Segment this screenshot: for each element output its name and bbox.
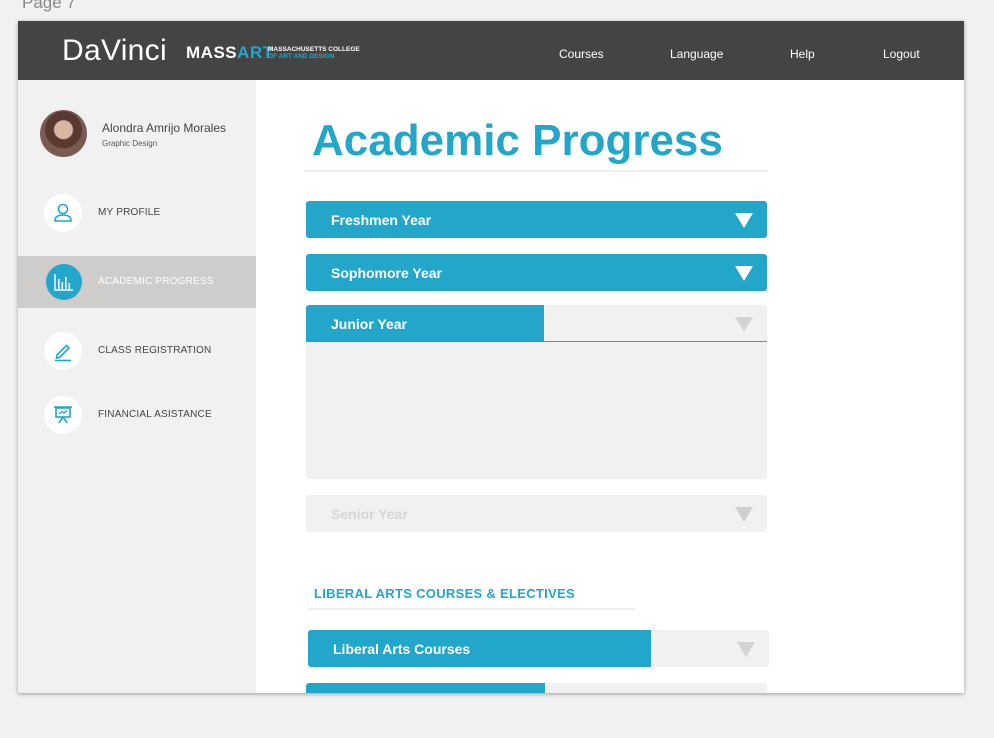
accordion-label: Senior Year <box>331 506 408 522</box>
app-brand[interactable]: DaVinci <box>62 34 167 68</box>
page-title: Academic Progress <box>312 116 723 165</box>
sidebar-item-academic-progress[interactable]: ACADEMIC PROGRESS <box>18 256 256 308</box>
caret-down-icon[interactable] <box>737 642 755 657</box>
accordion-junior-year[interactable]: Junior Year <box>306 305 767 342</box>
accordion-liberal-arts-courses[interactable]: Liberal Arts Courses <box>308 630 769 667</box>
junior-year-panel <box>306 341 767 479</box>
user-name: Alondra Amrijo Morales <box>102 121 227 135</box>
app-window: DaVinci MASSART MASSACHUSETTS COLLEGE OF… <box>18 21 964 693</box>
accordion-senior-year[interactable]: Senior Year <box>306 495 767 532</box>
accordion-electives[interactable] <box>306 683 767 693</box>
sidebar-item-label: CLASS REGISTRATION <box>98 345 212 356</box>
nav-language[interactable]: Language <box>670 47 723 61</box>
accordion-label: Freshmen Year <box>331 212 432 228</box>
nav-help[interactable]: Help <box>790 47 815 61</box>
user-icon <box>44 194 82 232</box>
caret-down-icon[interactable] <box>735 317 753 332</box>
accordion-label: Junior Year <box>331 316 408 332</box>
top-navigation-bar: DaVinci MASSART MASSACHUSETTS COLLEGE OF… <box>18 21 964 80</box>
massart-logo: MASSART <box>186 43 274 63</box>
title-divider <box>304 170 768 172</box>
accordion-sophomore-year[interactable]: Sophomore Year <box>306 254 767 291</box>
pencil-icon <box>44 332 82 370</box>
caret-down-icon[interactable] <box>735 507 753 522</box>
sidebar: Alondra Amrijo Morales Graphic Design MY… <box>18 80 256 693</box>
user-program: Graphic Design <box>102 139 158 148</box>
sidebar-item-financial-asistance[interactable]: FINANCIAL ASISTANCE <box>18 389 256 441</box>
caret-down-icon[interactable] <box>735 213 753 228</box>
accordion-freshmen-year[interactable]: Freshmen Year <box>306 201 767 238</box>
page-label: Page 7 <box>22 0 76 12</box>
section-divider <box>308 608 635 610</box>
bar-chart-icon <box>46 264 82 300</box>
caret-down-icon[interactable] <box>735 266 753 281</box>
sidebar-item-my-profile[interactable]: MY PROFILE <box>18 187 256 239</box>
accordion-label: Liberal Arts Courses <box>333 641 471 657</box>
accordion-label: Sophomore Year <box>331 265 443 281</box>
logo-mass: MASS <box>186 43 238 62</box>
section-heading: LIBERAL ARTS COURSES & ELECTIVES <box>314 586 575 601</box>
progress-fill <box>306 683 545 693</box>
sidebar-item-label: ACADEMIC PROGRESS <box>98 276 214 287</box>
sidebar-item-label: FINANCIAL ASISTANCE <box>98 409 212 420</box>
avatar[interactable] <box>40 110 87 157</box>
sidebar-item-label: MY PROFILE <box>98 207 161 218</box>
sidebar-item-class-registration[interactable]: CLASS REGISTRATION <box>18 325 256 377</box>
logo-line-2: OF ART AND DESIGN <box>268 53 335 60</box>
presentation-board-icon <box>44 396 82 434</box>
nav-courses[interactable]: Courses <box>559 47 604 61</box>
nav-logout[interactable]: Logout <box>883 47 920 61</box>
massart-logo-subtitle: MASSACHUSETTS COLLEGE OF ART AND DESIGN <box>268 46 360 60</box>
logo-line-1: MASSACHUSETTS COLLEGE <box>268 46 360 53</box>
